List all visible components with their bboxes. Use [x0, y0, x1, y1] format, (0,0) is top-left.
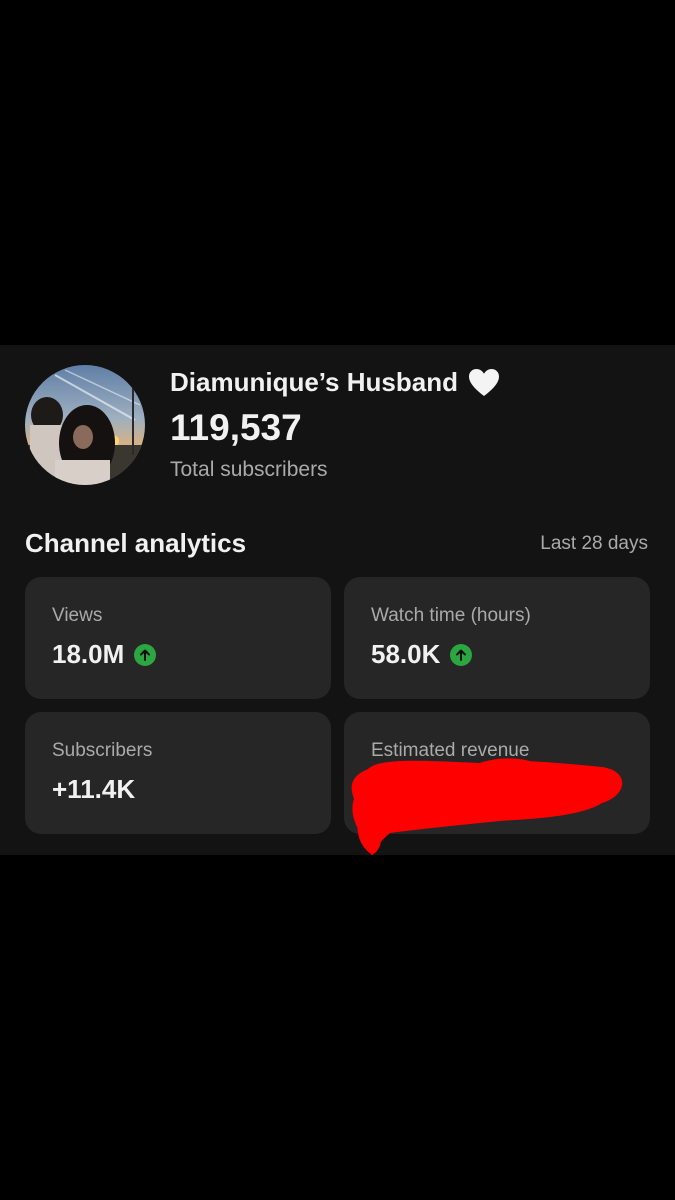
total-subscribers-label: Total subscribers — [170, 458, 328, 481]
arrow-up-circle-icon — [450, 643, 473, 666]
card-label: Watch time (hours) — [371, 605, 531, 626]
arrow-up-circle-icon — [134, 643, 157, 666]
card-label: Subscribers — [52, 740, 153, 761]
channel-name: Diamunique’s Husband — [170, 367, 500, 398]
watch-time-card[interactable]: Watch time (hours) 58.0K — [344, 577, 650, 699]
channel-analytics-panel: Diamunique’s Husband 119,537 Total subsc… — [0, 345, 675, 855]
card-value: 18.0M — [52, 639, 125, 669]
section-title: Channel analytics — [25, 528, 247, 558]
views-card[interactable]: Views 18.0M — [25, 577, 331, 699]
period-selector[interactable]: Last 28 days — [540, 533, 648, 555]
card-label: Views — [52, 605, 103, 626]
red-scribble-redaction — [340, 755, 640, 860]
total-subscribers-value: 119,537 — [170, 407, 302, 448]
channel-name-text: Diamunique’s Husband — [170, 367, 458, 397]
card-value: +11.4K — [52, 774, 136, 804]
card-value: 58.0K — [371, 639, 441, 669]
subscribers-card[interactable]: Subscribers +11.4K — [25, 712, 331, 834]
avatar-photo — [25, 365, 145, 485]
channel-avatar[interactable] — [25, 365, 145, 485]
white-heart-icon — [468, 368, 500, 398]
